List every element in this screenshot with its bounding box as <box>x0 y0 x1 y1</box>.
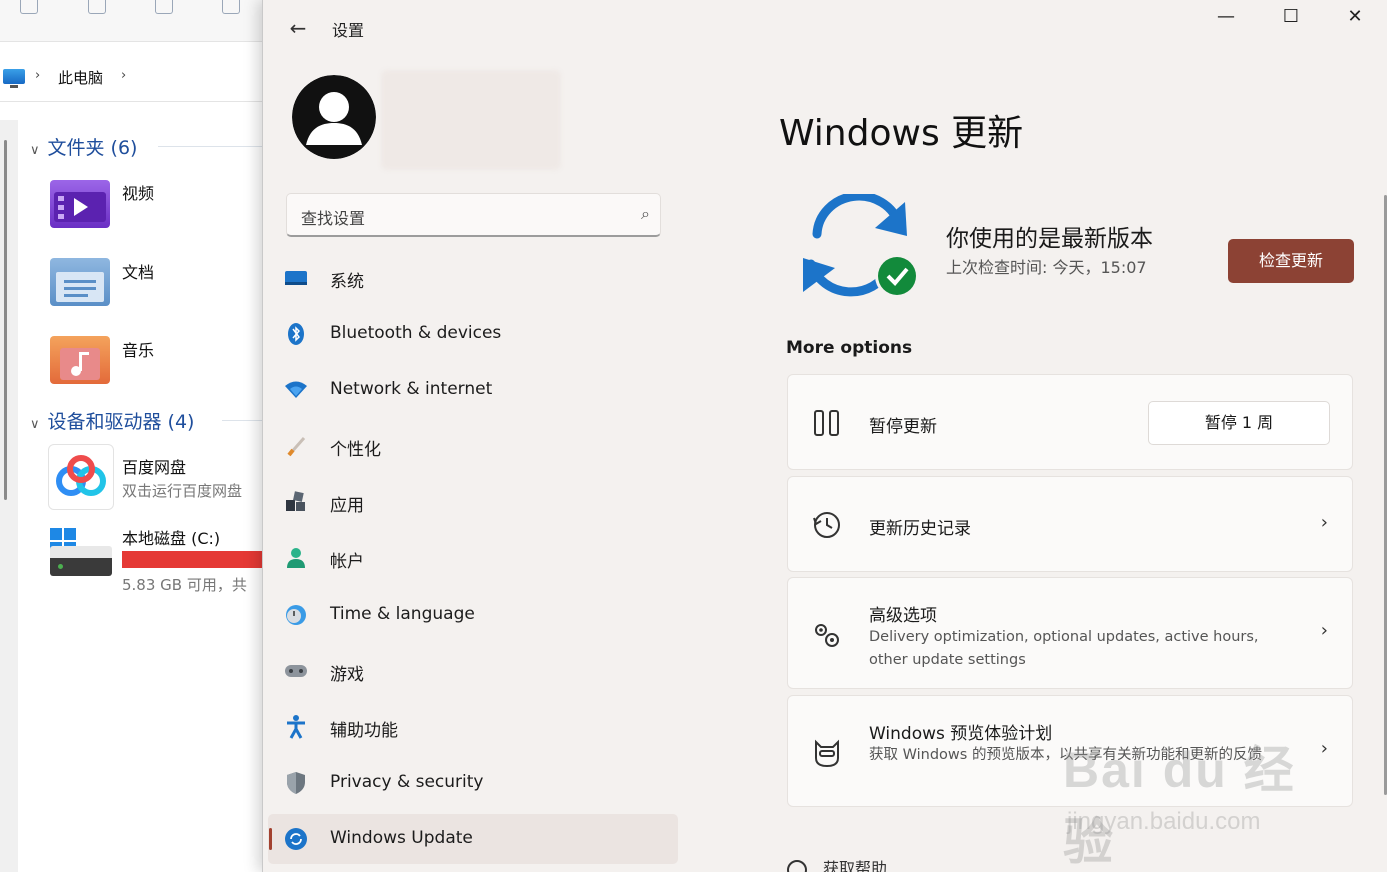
accessibility-icon <box>284 715 308 739</box>
settings-window: ← 设置 — ☐ ✕ 查找设置 ⌕ 系统 Bluetooth & devices… <box>262 0 1387 872</box>
baidu-netdisk-label[interactable]: 百度网盘 <box>122 454 186 478</box>
copy-icon[interactable] <box>20 0 38 14</box>
scrollbar[interactable] <box>4 140 7 500</box>
sidebar-item-personalization[interactable]: 个性化 <box>268 421 678 471</box>
gears-icon <box>810 618 844 652</box>
insider-program-title: Windows 预览体验计划 <box>869 724 1053 744</box>
check-for-updates-button[interactable]: 检查更新 <box>1228 239 1354 283</box>
navigation-pane <box>0 120 18 872</box>
maximize-icon[interactable]: ☐ <box>1268 2 1314 32</box>
globe-clock-icon <box>284 603 308 627</box>
history-icon <box>810 508 844 542</box>
more-options-heading: More options <box>786 338 913 358</box>
back-arrow-icon[interactable]: ← <box>283 13 313 43</box>
address-bar[interactable]: › 此电脑 › <box>0 52 262 102</box>
sidebar-item-accessibility[interactable]: 辅助功能 <box>268 702 678 752</box>
app-title: 设置 <box>332 21 365 40</box>
search-placeholder: 查找设置 <box>301 209 366 228</box>
folder-label-documents[interactable]: 文档 <box>122 259 154 283</box>
update-history-card[interactable]: 更新历史记录 › <box>787 476 1353 572</box>
drive-usage-bar <box>122 551 262 568</box>
drive-c-space: 5.83 GB 可用，共 <box>122 576 247 594</box>
monitor-icon <box>284 266 308 290</box>
bluetooth-icon <box>284 322 308 346</box>
sidebar-item-privacy[interactable]: Privacy & security <box>268 758 678 808</box>
brush-icon <box>284 434 308 458</box>
folder-label-music[interactable]: 音乐 <box>122 337 154 361</box>
documents-folder-icon[interactable] <box>50 258 110 306</box>
folders-group-header[interactable]: ∨ 文件夹 (6) <box>30 133 137 160</box>
chevron-down-icon: ∨ <box>30 417 40 432</box>
sidebar-item-windows-update[interactable]: Windows Update <box>268 814 678 864</box>
person-icon <box>284 546 308 570</box>
baidu-netdisk-subtitle: 双击运行百度网盘 <box>122 482 243 500</box>
minimize-icon[interactable]: — <box>1203 2 1249 32</box>
chevron-down-icon: ∨ <box>30 143 40 158</box>
gamepad-icon <box>284 659 308 683</box>
help-icon <box>787 859 807 872</box>
update-icon <box>284 827 308 851</box>
sidebar-item-system[interactable]: 系统 <box>268 253 678 303</box>
music-folder-icon[interactable] <box>50 336 110 384</box>
search-icon[interactable]: ⌕ <box>641 204 650 224</box>
update-status-title: 你使用的是最新版本 <box>946 226 1153 252</box>
pause-icon <box>810 406 844 440</box>
advanced-options-card[interactable]: 高级选项 Delivery optimization, optional upd… <box>787 577 1353 689</box>
selection-indicator <box>269 828 272 850</box>
update-history-title: 更新历史记录 <box>869 519 971 539</box>
sidebar-item-apps[interactable]: 应用 <box>268 477 678 527</box>
pause-updates-title: 暂停更新 <box>869 417 937 437</box>
sidebar-item-bluetooth[interactable]: Bluetooth & devices <box>268 309 678 359</box>
folder-label-videos[interactable]: 视频 <box>122 180 154 204</box>
chevron-right-icon: › <box>35 68 41 83</box>
pause-updates-card: 暂停更新 暂停 1 周 <box>787 374 1353 470</box>
avatar[interactable] <box>292 75 376 159</box>
wifi-icon <box>284 378 308 402</box>
close-icon[interactable]: ✕ <box>1332 2 1378 32</box>
get-help-link[interactable]: 获取帮助 <box>787 855 887 872</box>
computer-icon <box>3 69 25 88</box>
settings-search-input[interactable]: 查找设置 ⌕ <box>286 193 661 237</box>
chevron-right-icon: › <box>1320 512 1328 533</box>
update-status-icon <box>799 191 923 304</box>
sidebar-item-accounts[interactable]: 帐户 <box>268 533 678 583</box>
chevron-right-icon[interactable]: › <box>121 68 126 83</box>
chevron-right-icon: › <box>1320 620 1328 641</box>
sidebar-item-network[interactable]: Network & internet <box>268 365 678 415</box>
videos-folder-icon[interactable] <box>50 180 110 228</box>
rename-icon[interactable] <box>155 0 173 14</box>
hard-drive-icon[interactable] <box>50 546 112 576</box>
page-title: Windows 更新 <box>779 113 1024 154</box>
insider-ninjacat-icon <box>810 736 844 770</box>
sidebar-item-gaming[interactable]: 游戏 <box>268 646 678 696</box>
last-checked-text: 上次检查时间: 今天，15:07 <box>946 258 1147 277</box>
file-explorer-window: › 此电脑 › ∨ 文件夹 (6) 视频 文档 音乐 ∨ 设备和驱动器 (4) 百度… <box>0 0 262 872</box>
advanced-options-description: Delivery optimization, optional updates,… <box>869 629 1259 668</box>
baidu-watermark: Bai du 经验 jingyan.baidu.com <box>1063 742 1296 870</box>
pause-one-week-button[interactable]: 暂停 1 周 <box>1148 401 1330 445</box>
baidu-netdisk-icon[interactable] <box>48 444 114 510</box>
sidebar-item-time-language[interactable]: Time & language <box>268 590 678 640</box>
divider <box>222 420 262 421</box>
shield-icon <box>284 771 308 795</box>
apps-icon <box>284 490 308 514</box>
paste-icon[interactable] <box>88 0 106 14</box>
breadcrumb[interactable]: 此电脑 <box>58 67 103 88</box>
devices-group-header[interactable]: ∨ 设备和驱动器 (4) <box>30 407 194 434</box>
user-info-redacted <box>381 70 561 170</box>
drive-c-label[interactable]: 本地磁盘 (C:) <box>122 525 220 549</box>
divider <box>158 146 262 147</box>
explorer-toolbar <box>0 0 262 42</box>
advanced-options-title: 高级选项 <box>869 606 937 626</box>
share-icon[interactable] <box>222 0 240 14</box>
